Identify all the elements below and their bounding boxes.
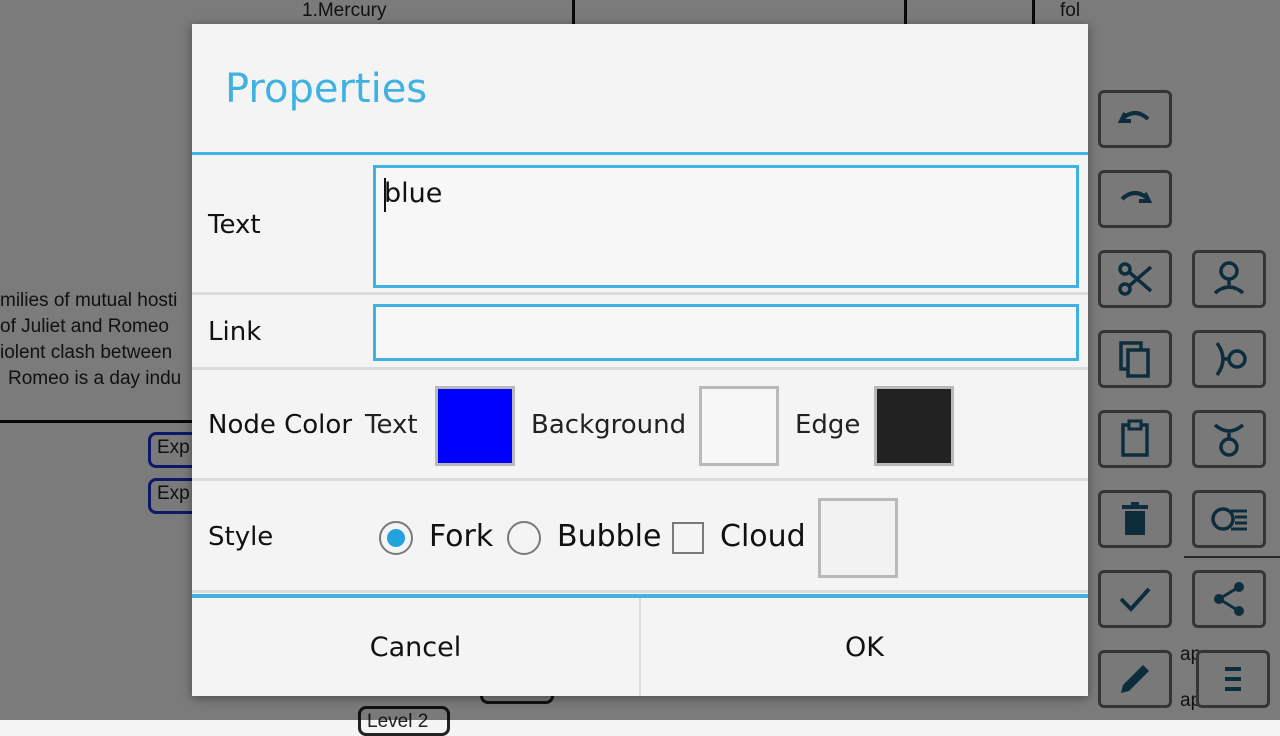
bubble-label[interactable]: Bubble (557, 519, 661, 554)
row-divider (192, 367, 1088, 370)
node-color-label: Node Color (208, 410, 353, 440)
text-input-value: blue (384, 178, 443, 209)
edge-color-swatch[interactable] (874, 386, 954, 466)
text-color-swatch[interactable] (435, 386, 515, 466)
text-label: Text (208, 210, 261, 240)
row-divider (192, 478, 1088, 481)
row-divider (192, 292, 1088, 295)
title-divider (192, 152, 1088, 155)
color-background-label: Background (531, 410, 687, 440)
bubble-radio[interactable] (507, 521, 541, 555)
dialog-title: Properties (225, 66, 428, 112)
text-input[interactable]: blue (373, 165, 1079, 288)
row-divider (192, 590, 1088, 593)
fork-radio[interactable] (379, 521, 413, 555)
cloud-checkbox[interactable] (672, 522, 704, 554)
cloud-label[interactable]: Cloud (720, 519, 806, 554)
color-text-label: Text (365, 410, 418, 440)
color-edge-label: Edge (795, 410, 861, 440)
ok-button[interactable]: OK (641, 598, 1088, 696)
link-label: Link (208, 317, 262, 347)
style-label: Style (208, 522, 274, 552)
background-color-swatch[interactable] (699, 386, 779, 466)
link-input[interactable] (373, 304, 1079, 361)
properties-dialog: Properties Text blue Link Node Color Tex… (192, 24, 1088, 696)
fork-label[interactable]: Fork (429, 519, 493, 554)
cancel-button[interactable]: Cancel (192, 598, 639, 696)
cloud-color-swatch[interactable] (818, 498, 898, 578)
